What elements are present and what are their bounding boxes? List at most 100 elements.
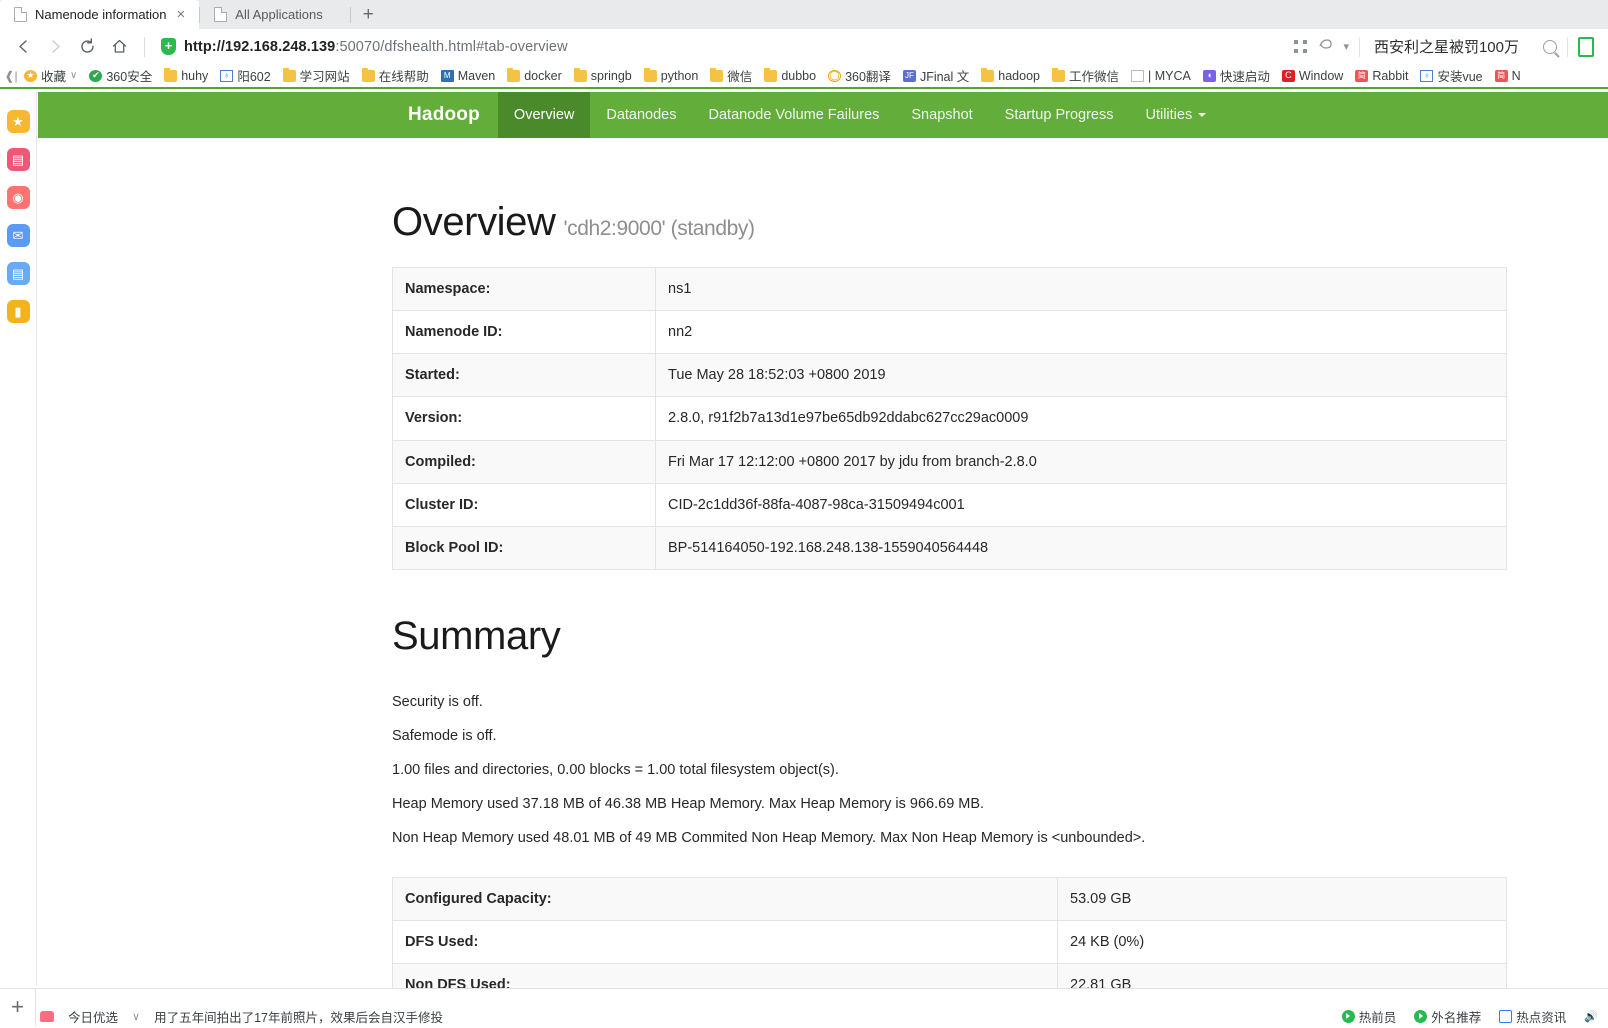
tab-strip: Namenode information × All Applications … <box>0 0 1608 29</box>
status-item-label: 热点资讯 <box>1516 1011 1567 1025</box>
favorites-icon[interactable]: ★ <box>6 110 30 133</box>
toolbar-right-group: ▾ 西安利之星被罚100万 <box>1293 36 1600 57</box>
bookmark-item[interactable]: springb <box>568 65 638 87</box>
overview-cell-value: 2.8.0, r91f2b7a13d1e97be65db92ddabc627cc… <box>655 396 1507 441</box>
side-dock: ★ ▤ ◉ ✉ ▤ ▮ <box>0 92 37 985</box>
browser-tab-all-applications[interactable]: All Applications <box>200 0 351 29</box>
page-viewport: Hadoop Overview Datanodes Datanode Volume … <box>38 92 1608 988</box>
status-item[interactable]: 🔊 <box>1584 1010 1602 1023</box>
folder-icon <box>573 67 587 82</box>
bookmark-item[interactable]: 在线帮助 <box>356 65 435 87</box>
bookmark-item[interactable]: hadoop <box>975 65 1046 87</box>
chevron-down-icon[interactable]: ▾ <box>1343 40 1349 53</box>
toolbar-search[interactable]: 西安利之星被罚100万 <box>1370 36 1557 57</box>
news-headline[interactable]: 用了五年间拍出了17年前照片，效果后会自汉手修投 <box>154 1007 443 1026</box>
bookmarks-bar: ❰| ★ 收藏 ∨ ✔ 360安全 huhy ♁ 阳602 学习网站 在线帮助 M Maven dock… <box>0 64 1608 89</box>
status-right-group: 热前员 外名推荐 热点资讯 🔊 <box>1341 1007 1602 1026</box>
close-icon[interactable]: × <box>175 7 188 22</box>
table-row: Block Pool ID: BP-514164050-192.168.248.1… <box>392 525 1507 570</box>
bookmarks-overflow-icon[interactable]: ❰| <box>4 69 18 83</box>
bookmark-item[interactable]: ◖ 快速启动 <box>1197 65 1276 87</box>
bookmark-item[interactable]: M Maven <box>435 65 502 87</box>
chevron-down-icon[interactable]: ∨ <box>70 70 77 81</box>
overview-cell-label: Compiled: <box>392 439 656 484</box>
apps-grid-icon[interactable] <box>1293 39 1308 54</box>
nav-link-overview[interactable]: Overview <box>497 92 591 138</box>
jfinal-icon: JF <box>902 69 916 82</box>
notes-icon[interactable]: ▤ <box>6 262 30 285</box>
reload-icon[interactable] <box>72 32 102 62</box>
overview-cell-value: nn2 <box>655 310 1507 355</box>
overview-cell-value: Tue May 28 18:52:03 +0800 2019 <box>655 353 1507 398</box>
status-item[interactable]: 热点资讯 <box>1499 1007 1566 1026</box>
page-favicon-icon <box>214 7 228 22</box>
nav-link-datanodes[interactable]: Datanodes <box>590 92 692 138</box>
new-tab-button[interactable]: + <box>351 0 385 29</box>
bookmark-item[interactable]: ★ 收藏 ∨ <box>18 65 83 87</box>
hadoop-brand[interactable]: Hadoop <box>390 92 498 138</box>
shield-icon <box>161 38 176 55</box>
table-row: Configured Capacity: 53.09 GB <box>392 876 1507 922</box>
summary-cell-value: 24 KB (0%) <box>1057 919 1507 965</box>
bookmark-item[interactable]: 工作微信 <box>1046 65 1125 87</box>
back-icon[interactable] <box>8 32 38 62</box>
nav-link-label: Startup Progress <box>1004 107 1114 123</box>
mail-icon[interactable]: ✉ <box>6 224 30 247</box>
summary-cell-value: 53.09 GB <box>1057 876 1507 922</box>
folder-icon <box>507 67 521 82</box>
bookmark-item[interactable]: ✔ 360安全 <box>83 65 158 87</box>
bookmark-item[interactable]: ◯ 360翻译 <box>822 65 897 87</box>
bookmark-label: 收藏 <box>41 70 67 84</box>
folder-icon <box>764 67 778 82</box>
folder-icon <box>164 67 178 82</box>
bookmark-item[interactable]: docker <box>501 65 568 87</box>
extension-icon[interactable] <box>1578 36 1594 57</box>
bookmark-item[interactable]: python <box>638 65 705 87</box>
bookmark-item[interactable]: C Window <box>1276 65 1349 87</box>
home-icon[interactable] <box>104 32 134 62</box>
nav-link-datanode-volume-failures[interactable]: Datanode Volume Failures <box>693 92 896 138</box>
star-icon: ★ <box>24 69 37 82</box>
add-panel-button[interactable]: + <box>0 988 36 1026</box>
bookmark-item[interactable]: | MYCA <box>1125 65 1197 87</box>
summary-lines: Security is off. Safemode is off. 1.00 fil… <box>392 685 1507 855</box>
nav-link-utilities[interactable]: Utilities <box>1129 92 1222 138</box>
bookmark-label: hadoop <box>998 68 1040 83</box>
page-title: Overview 'cdh2:9000' (standby) <box>392 200 1507 245</box>
book-icon[interactable]: ▮ <box>6 300 30 323</box>
summary-cell-label: Non DFS Used: <box>392 963 1058 988</box>
bookmark-item[interactable]: 学习网站 <box>277 65 356 87</box>
browser-mode-icon[interactable] <box>1318 37 1333 57</box>
bookmark-item[interactable]: 简N <box>1489 65 1527 87</box>
status-item[interactable]: 热前员 <box>1341 1007 1396 1026</box>
bookmark-label: 工作微信 <box>1068 70 1119 84</box>
nav-link-snapshot[interactable]: Snapshot <box>895 92 988 138</box>
nav-link-label: Datanodes <box>606 107 677 123</box>
bookmark-item[interactable]: JF JFinal 文 <box>897 65 975 87</box>
nav-link-startup-progress[interactable]: Startup Progress <box>989 92 1130 138</box>
chevron-down-icon[interactable]: ∨ <box>132 1010 140 1023</box>
folder-icon <box>282 67 296 82</box>
bookmark-item[interactable]: 简 Rabbit <box>1349 65 1414 87</box>
today-picks-label[interactable]: 今日优选 <box>68 1007 118 1026</box>
bookmark-label: 快速启动 <box>1219 70 1270 84</box>
browser-tab-namenode[interactable]: Namenode information × <box>0 0 200 29</box>
bookmark-label: 微信 <box>727 70 753 84</box>
folder-icon <box>1051 67 1065 82</box>
address-bar[interactable]: http://192.168.248.139:50070/dfshealth.h… <box>155 33 1291 61</box>
bookmark-item[interactable]: 微信 <box>704 65 758 87</box>
folder-icon <box>981 67 995 82</box>
volume-icon: 🔊 <box>1584 1011 1598 1023</box>
bookmark-item[interactable]: huhy <box>158 65 214 87</box>
search-input[interactable]: 西安利之星被罚100万 <box>1374 36 1519 57</box>
search-icon[interactable] <box>1543 39 1557 54</box>
weibo-icon[interactable]: ◉ <box>6 186 30 209</box>
status-item[interactable]: 外名推荐 <box>1414 1007 1481 1026</box>
bookmark-item[interactable]: ♁ 阳602 <box>214 65 276 87</box>
bookmark-label: 阳602 <box>237 70 271 84</box>
bookmark-item[interactable]: ♁ 安装vue <box>1414 65 1488 87</box>
bookmark-item[interactable]: dubbo <box>758 65 822 87</box>
page-icon <box>1131 69 1144 82</box>
table-row: Namespace: ns1 <box>392 266 1507 312</box>
news-icon[interactable]: ▤ <box>6 148 30 171</box>
